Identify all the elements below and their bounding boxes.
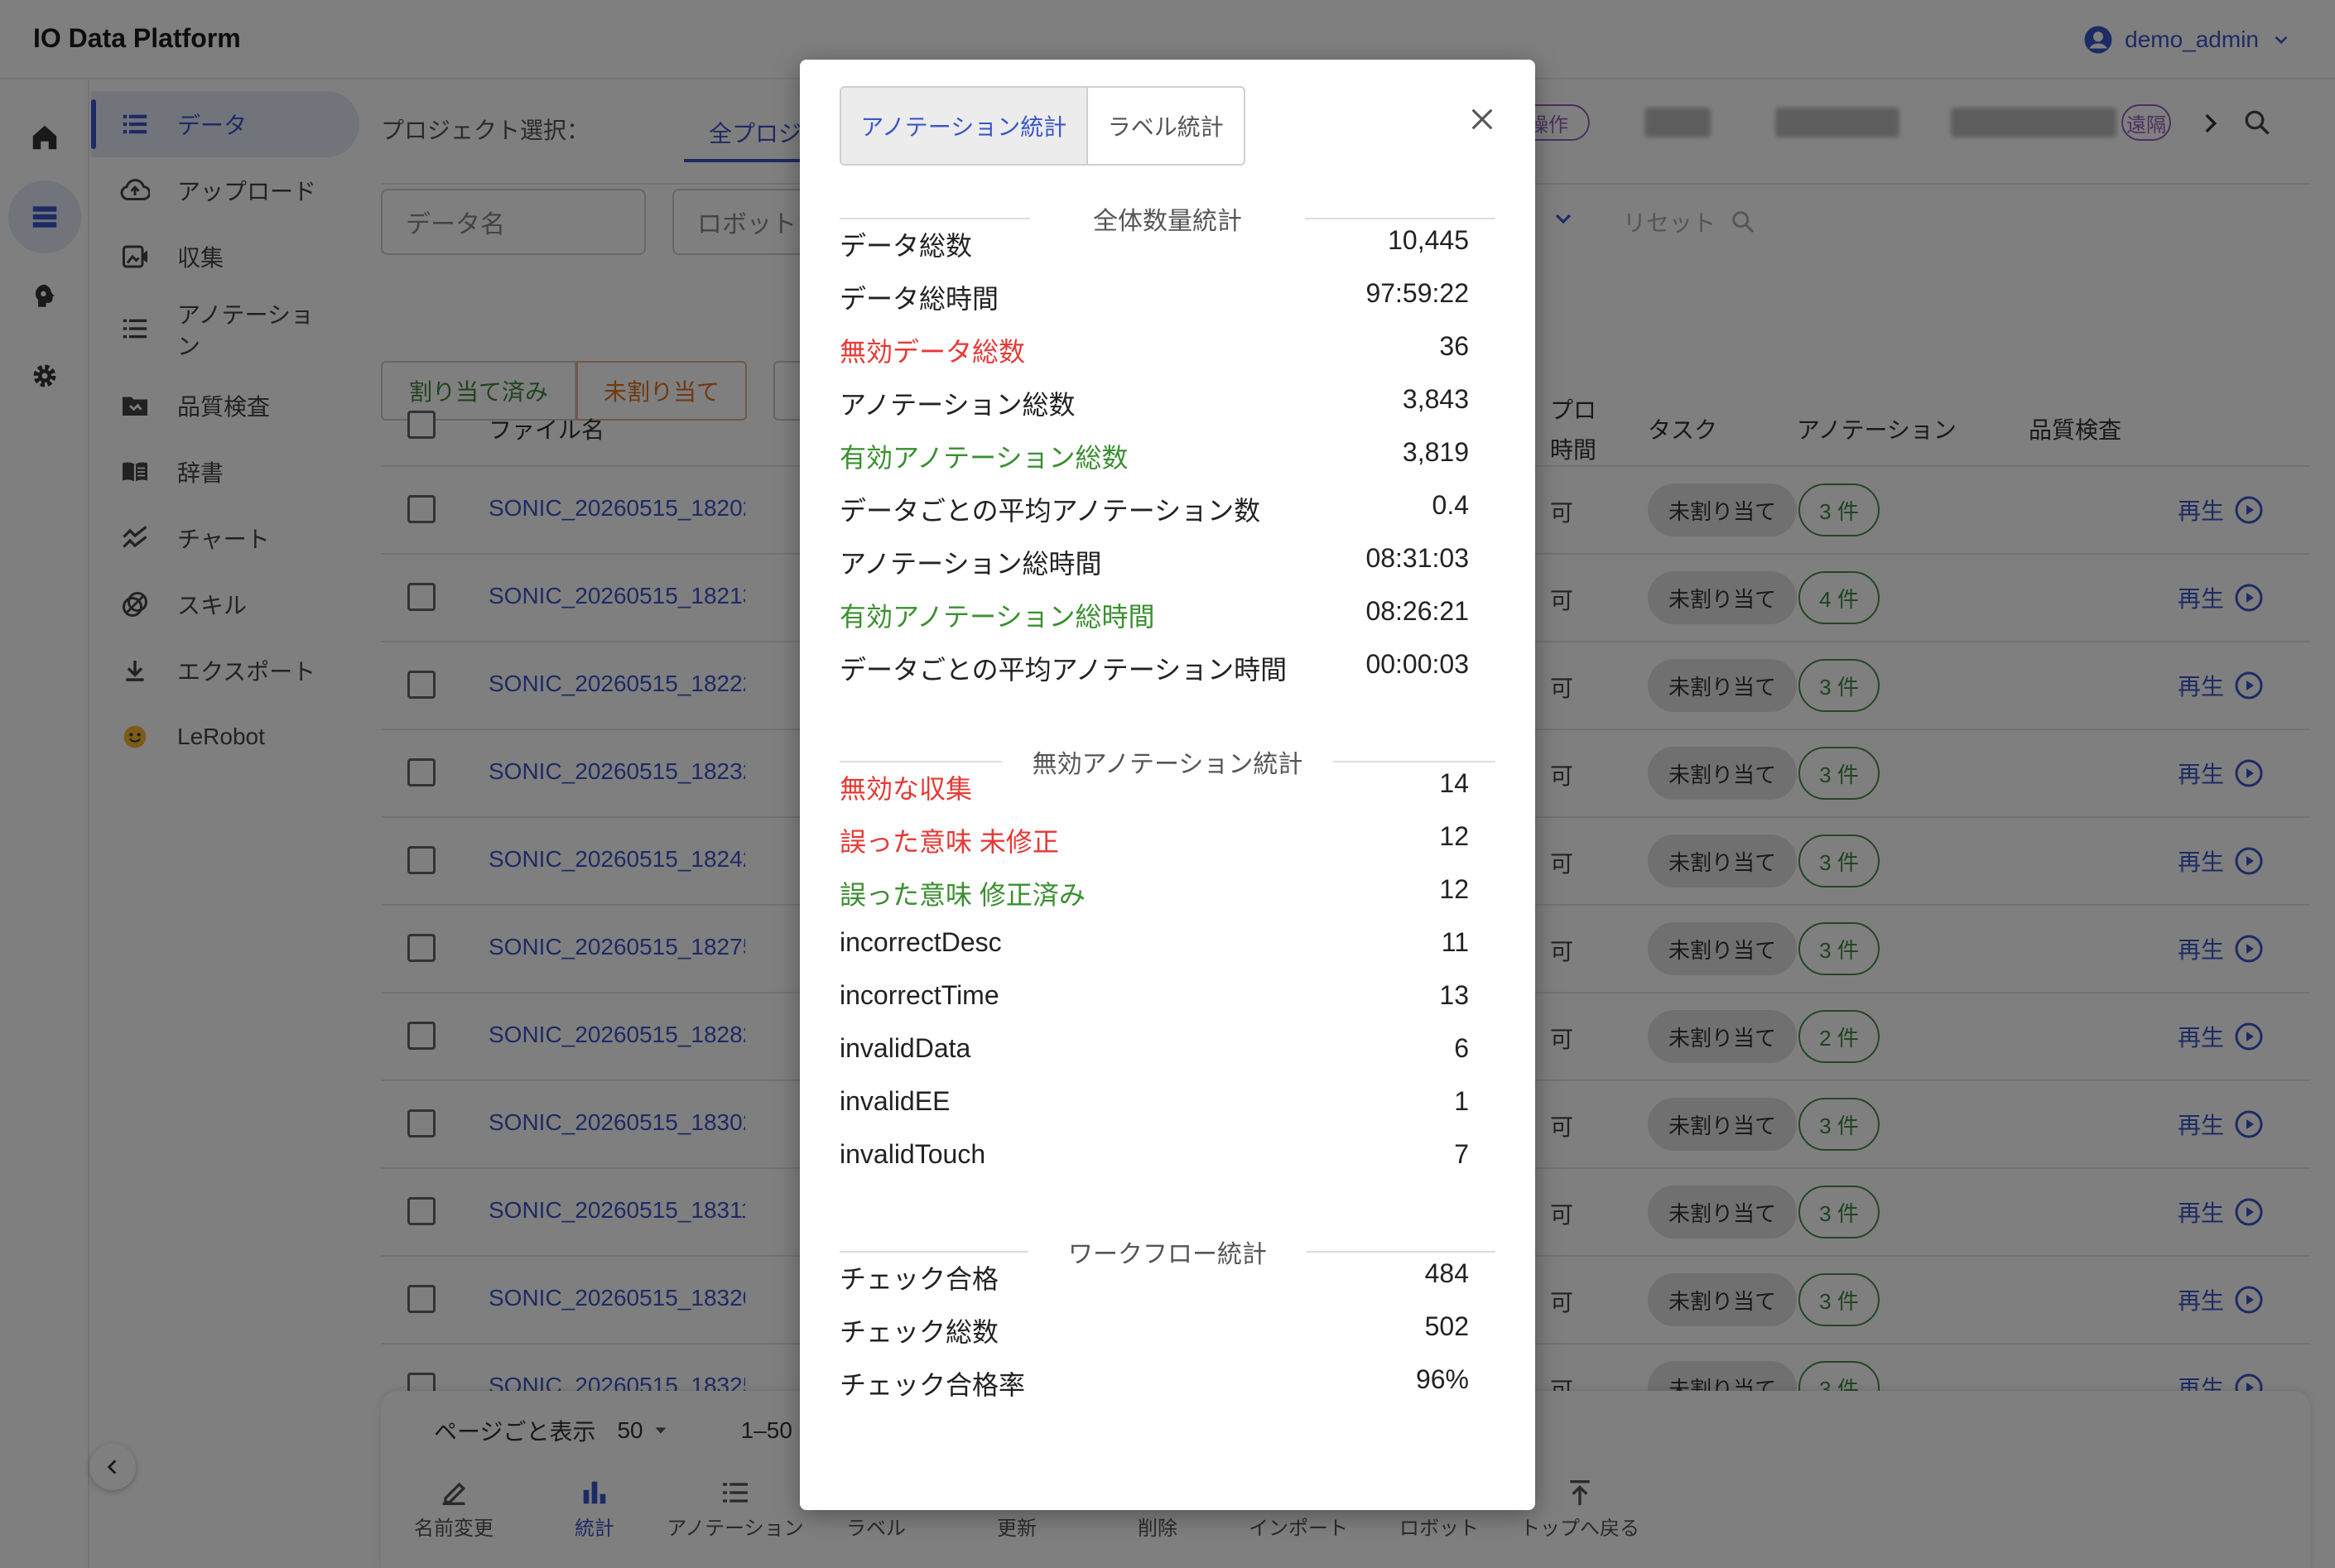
stat-label: チェック合格率 (840, 1370, 1026, 1400)
stat-value: 12 (1439, 821, 1469, 851)
app-root: IO Data Platform demo_admin データ (0, 0, 2335, 1568)
stat-row: アノテーション総時間 08:31:03 (840, 538, 1469, 580)
stat-row: アノテーション総数 3,843 (840, 379, 1469, 421)
stat-label: incorrectTime (840, 980, 999, 1010)
stat-label: チェック合格 (840, 1264, 999, 1294)
stat-row: 誤った意味 未修正 12 (840, 816, 1469, 858)
stat-value: 08:31:03 (1365, 543, 1469, 573)
stat-row: データ総時間 97:59:22 (840, 273, 1469, 315)
stat-row: incorrectDesc 11 (840, 922, 1469, 964)
stat-value: 3,843 (1402, 384, 1469, 414)
stat-row: invalidTouch 7 (840, 1134, 1469, 1176)
stat-label: アノテーション総数 (840, 390, 1076, 420)
stat-label: データごとの平均アノテーション時間 (840, 655, 1288, 685)
statistics-dialog: アノテーション統計 ラベル統計 全体数量統計 データ総数 10,445 データ総時間 9… (800, 60, 1535, 1510)
stat-value: 6 (1454, 1033, 1469, 1063)
stat-row: 誤った意味 修正済み 12 (840, 869, 1469, 911)
stat-label: 有効アノテーション総時間 (840, 602, 1155, 632)
stat-value: 484 (1424, 1258, 1469, 1288)
stat-value: 14 (1439, 768, 1469, 798)
tab-label-stats[interactable]: ラベル統計 (1088, 88, 1244, 164)
stat-row: チェック合格 484 (840, 1253, 1469, 1295)
stat-label: 誤った意味 未修正 (840, 827, 1059, 857)
stat-row: 無効な収集 14 (840, 763, 1469, 805)
stat-label: アノテーション総時間 (840, 549, 1102, 579)
stat-value: 96% (1415, 1364, 1469, 1394)
stat-label: 無効な収集 (840, 774, 973, 804)
stat-row: データごとの平均アノテーション数 0.4 (840, 485, 1469, 527)
stat-label: incorrectDesc (840, 927, 1002, 957)
stat-row: 有効アノテーション総時間 08:26:21 (840, 591, 1469, 632)
stat-label: チェック総数 (840, 1317, 999, 1347)
stat-value: 08:26:21 (1365, 596, 1469, 626)
stat-value: 10,445 (1388, 225, 1469, 255)
stat-row: invalidData 6 (840, 1028, 1469, 1070)
stat-row: データごとの平均アノテーション時間 00:00:03 (840, 644, 1469, 685)
stat-label: データ総数 (840, 231, 973, 261)
stat-label: 無効データ総数 (840, 337, 1026, 367)
stat-value: 7 (1454, 1139, 1469, 1169)
stat-row: チェック総数 502 (840, 1306, 1469, 1348)
stat-label: invalidEE (840, 1086, 951, 1116)
stat-row: 有効アノテーション総数 3,819 (840, 432, 1469, 474)
stat-label: 誤った意味 修正済み (840, 880, 1086, 910)
stat-value: 00:00:03 (1365, 649, 1469, 679)
stat-value: 12 (1439, 874, 1469, 904)
stat-row: invalidEE 1 (840, 1081, 1469, 1123)
stat-value: 502 (1424, 1311, 1469, 1341)
close-icon (1468, 105, 1496, 133)
stat-label: 有効アノテーション総数 (840, 443, 1129, 473)
stat-label: データ総時間 (840, 284, 999, 314)
stat-row: incorrectTime 13 (840, 975, 1469, 1017)
dialog-tabs: アノテーション統計 ラベル統計 (840, 86, 1245, 166)
stat-value: 1 (1454, 1086, 1469, 1116)
stat-row: データ総数 10,445 (840, 220, 1469, 262)
stat-value: 13 (1439, 980, 1469, 1010)
stat-label: invalidData (840, 1033, 971, 1063)
stat-value: 3,819 (1402, 437, 1469, 467)
stat-row: チェック合格率 96% (840, 1359, 1469, 1401)
stat-label: データごとの平均アノテーション数 (840, 496, 1261, 526)
close-button[interactable] (1461, 98, 1504, 141)
stat-label: invalidTouch (840, 1139, 986, 1169)
stat-value: 11 (1441, 927, 1469, 957)
tab-annotation-stats[interactable]: アノテーション統計 (841, 88, 1088, 164)
stat-value: 0.4 (1432, 490, 1469, 520)
stat-value: 97:59:22 (1365, 278, 1469, 308)
stat-row: 無効データ総数 36 (840, 326, 1469, 368)
stat-value: 36 (1439, 331, 1469, 361)
